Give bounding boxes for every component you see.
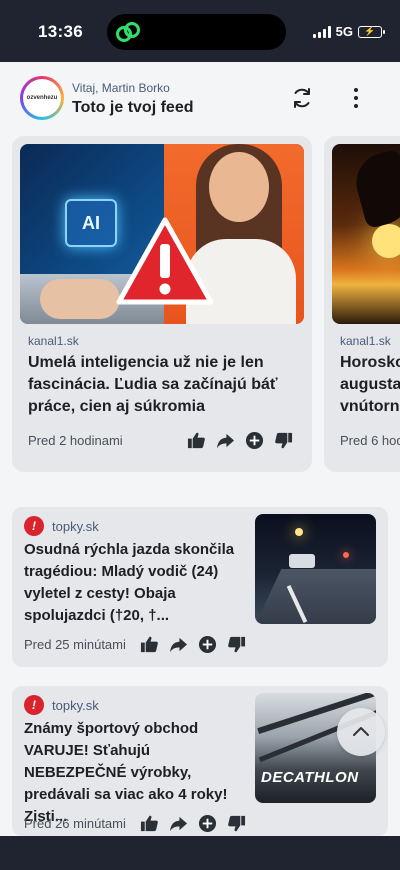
system-indicators: 5G ⚡ — [312, 24, 385, 39]
topky-logo-icon: ! — [24, 695, 44, 715]
thumbs-down-icon[interactable] — [226, 813, 246, 833]
featured-carousel[interactable]: AI kanal1.sk Umelá inteligencia už nie j… — [0, 134, 400, 474]
plus-circle-icon[interactable] — [197, 634, 217, 654]
article-source: topky.sk — [52, 697, 99, 713]
greeting-text: Vitaj, Martin Borko — [72, 81, 170, 95]
article-source: topky.sk — [52, 518, 99, 534]
ai-chip-graphic: AI — [65, 199, 117, 247]
article-time: Pred 26 minútami — [24, 816, 126, 831]
thumbs-down-icon[interactable] — [273, 430, 293, 450]
article-image[interactable] — [255, 514, 376, 624]
refresh-icon[interactable] — [290, 86, 314, 110]
chevron-up-icon — [353, 727, 369, 736]
article-source-row: ! topky.sk — [24, 516, 99, 536]
plus-circle-icon[interactable] — [244, 430, 264, 450]
app-logo-text: ozvenhezu — [23, 79, 61, 117]
network-label: 5G — [335, 24, 353, 39]
article-image[interactable] — [332, 144, 400, 324]
article-source-row: ! topky.sk — [24, 695, 99, 715]
share-icon[interactable] — [168, 813, 188, 833]
article-source: kanal1.sk — [340, 334, 391, 348]
list-item[interactable]: ! topky.sk Známy športový obchod VARUJE!… — [12, 686, 388, 836]
thumbs-up-icon[interactable] — [139, 813, 159, 833]
scroll-to-top-button[interactable] — [337, 708, 385, 756]
article-time: Pred 6 hod — [340, 433, 400, 448]
signal-icon — [312, 25, 331, 38]
article-actions — [186, 430, 293, 450]
status-time: 13:36 — [38, 22, 83, 41]
article-source: kanal1.sk — [28, 334, 79, 348]
plus-circle-icon[interactable] — [197, 813, 217, 833]
share-icon[interactable] — [168, 634, 188, 654]
share-icon[interactable] — [215, 430, 235, 450]
article-actions — [139, 813, 246, 833]
article-title[interactable]: Osudná rýchla jazda skončila tragédiou: … — [24, 539, 248, 627]
article-actions — [139, 634, 246, 654]
featured-card[interactable]: AI kanal1.sk Umelá inteligencia už nie j… — [12, 136, 312, 472]
thumbs-down-icon[interactable] — [226, 634, 246, 654]
warning-icon — [116, 217, 214, 305]
feed-title: Toto je tvoj feed — [72, 99, 194, 116]
status-bar: 13:36 5G ⚡ — [0, 0, 400, 62]
article-title[interactable]: Horoskop augusta): vnútornú — [340, 352, 400, 418]
featured-card[interactable]: kanal1.sk Horoskop augusta): vnútornú Pr… — [324, 136, 400, 472]
article-image[interactable]: AI — [20, 144, 304, 324]
list-item[interactable]: ! topky.sk Osudná rýchla jazda skončila … — [12, 507, 388, 667]
article-time: Pred 2 hodinami — [28, 433, 123, 448]
link-icon — [116, 22, 140, 42]
store-sign-text: DECATHLON — [261, 769, 359, 786]
battery-icon: ⚡ — [358, 25, 385, 38]
article-time: Pred 25 minútami — [24, 637, 126, 652]
dynamic-island — [107, 14, 286, 50]
topky-logo-icon: ! — [24, 516, 44, 536]
feed-header: ozvenhezu Vitaj, Martin Borko Toto je tv… — [0, 62, 400, 134]
thumbs-up-icon[interactable] — [139, 634, 159, 654]
thumbs-up-icon[interactable] — [186, 430, 206, 450]
more-vertical-icon[interactable] — [346, 86, 366, 110]
article-title[interactable]: Umelá inteligencia už nie je len fasciná… — [28, 352, 300, 418]
system-nav-bar — [0, 836, 400, 870]
article-title[interactable]: Známy športový obchod VARUJE! Sťahujú NE… — [24, 718, 248, 828]
app-logo[interactable]: ozvenhezu — [20, 76, 64, 120]
